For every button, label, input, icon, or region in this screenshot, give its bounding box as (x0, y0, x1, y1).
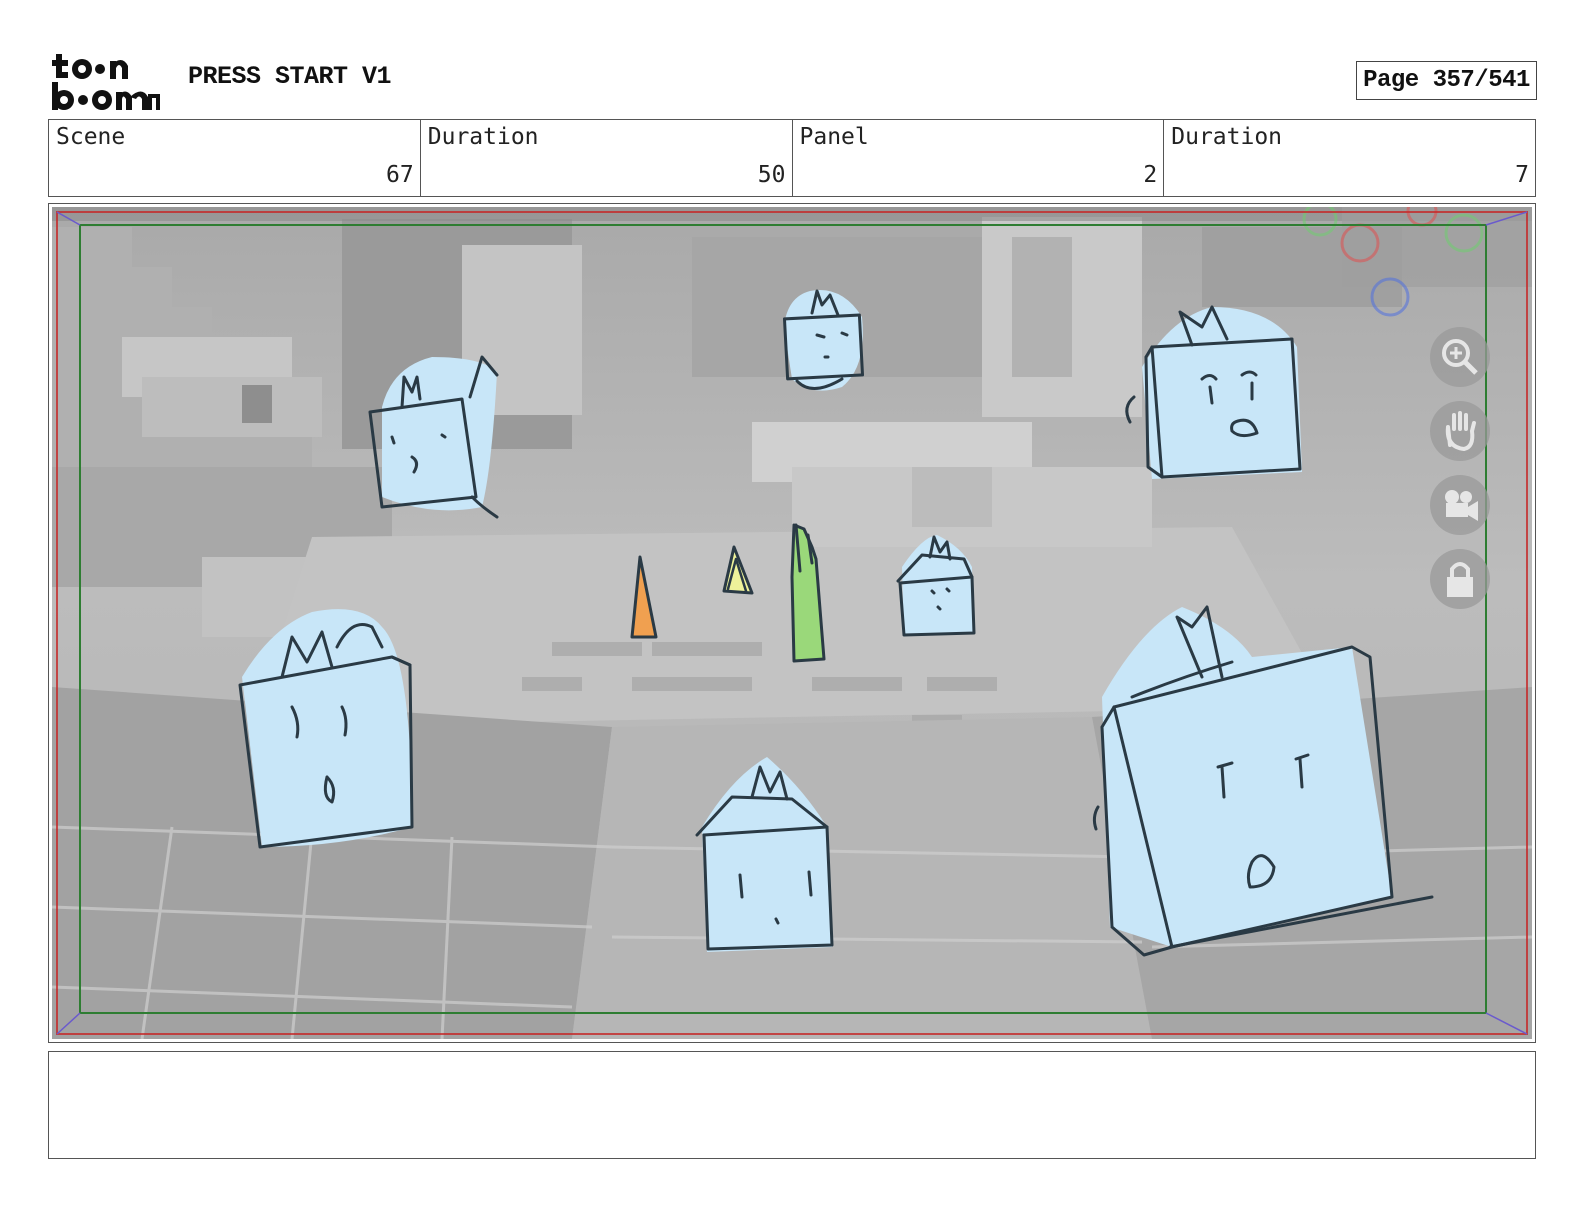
sketch-character-left-lower (238, 609, 414, 849)
scene-value: 67 (386, 162, 414, 188)
scene-duration-cell: Duration 50 (421, 120, 793, 196)
panel-duration-label: Duration (1171, 124, 1283, 150)
toonboom-logo (52, 52, 164, 112)
scene-label: Scene (56, 124, 126, 150)
panel-drawing (52, 207, 1532, 1039)
hand-icon[interactable] (1430, 401, 1490, 461)
lock-icon[interactable] (1430, 549, 1490, 609)
page-indicator: Page 357/541 (1356, 61, 1537, 100)
scene-duration-value: 50 (757, 162, 786, 188)
panel-value: 2 (1143, 162, 1158, 188)
zoom-in-icon[interactable] (1430, 327, 1490, 387)
panel-duration-cell: Duration 7 (1164, 120, 1535, 196)
sketch-character-top-center (782, 289, 865, 391)
project-title: PRESS START V1 (188, 62, 392, 91)
scene-cell: Scene 67 (49, 120, 421, 196)
panel-notes[interactable] (48, 1051, 1536, 1159)
panel-label: Panel (799, 124, 869, 150)
camera-icon[interactable] (1430, 475, 1490, 535)
storyboard-panel (48, 203, 1536, 1043)
info-table: Scene 67 Duration 50 Panel 2 Duration 7 (48, 119, 1536, 197)
scene-duration-label: Duration (427, 124, 539, 150)
panel-duration-value: 7 (1515, 162, 1529, 188)
panel-cell: Panel 2 (793, 120, 1165, 196)
